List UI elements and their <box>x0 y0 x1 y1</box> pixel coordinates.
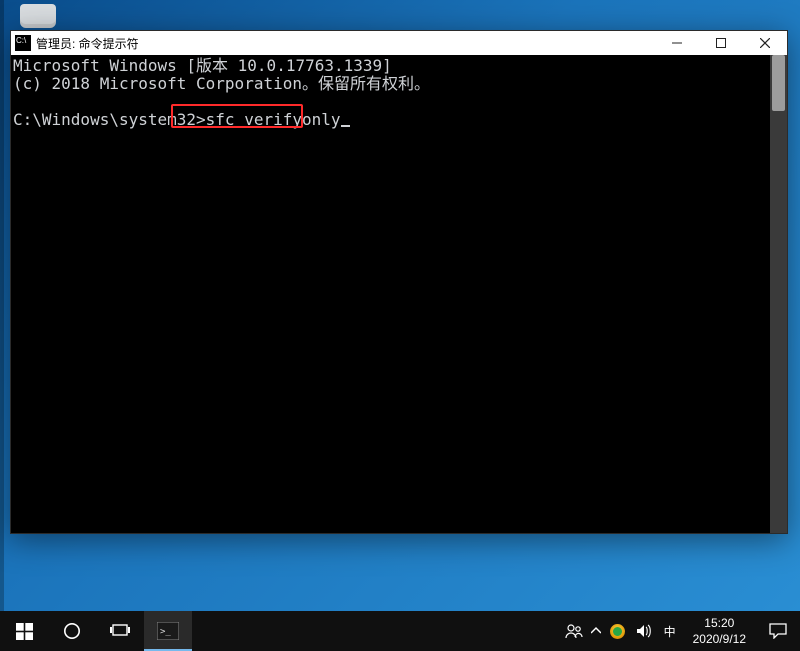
console-area: Microsoft Windows [版本 10.0.17763.1339] (… <box>11 55 787 533</box>
security-tray-button[interactable] <box>605 611 631 651</box>
console-line: Microsoft Windows [版本 10.0.17763.1339] <box>13 56 392 75</box>
cortana-button[interactable] <box>48 611 96 651</box>
close-icon <box>760 38 770 48</box>
volume-tray-button[interactable] <box>631 611 657 651</box>
scrollbar-thumb[interactable] <box>772 55 785 111</box>
action-center-icon <box>769 623 787 639</box>
cortana-icon <box>63 622 81 640</box>
clock-time: 15:20 <box>693 615 746 631</box>
console-line: (c) 2018 Microsoft Corporation。保留所有权利。 <box>13 74 430 93</box>
console-output[interactable]: Microsoft Windows [版本 10.0.17763.1339] (… <box>11 55 770 533</box>
ime-label: 中 <box>664 623 676 640</box>
action-center-button[interactable] <box>756 623 800 639</box>
ime-indicator[interactable]: 中 <box>657 611 683 651</box>
taskbar-spacer <box>192 611 561 651</box>
close-button[interactable] <box>743 31 787 55</box>
minimize-button[interactable] <box>655 31 699 55</box>
recycle-bin-icon <box>20 4 56 28</box>
minimize-icon <box>672 38 682 48</box>
window-titlebar[interactable]: 管理员: 命令提示符 <box>11 31 787 55</box>
console-cursor <box>341 125 350 127</box>
system-tray: 中 15:20 2020/9/12 <box>561 611 800 651</box>
taskview-button[interactable] <box>96 611 144 651</box>
taskview-icon <box>110 623 130 639</box>
people-icon <box>565 622 583 640</box>
people-button[interactable] <box>561 611 587 651</box>
taskbar-left: >_ <box>0 611 192 651</box>
clock-button[interactable]: 15:20 2020/9/12 <box>683 612 756 650</box>
console-prompt: C:\Windows\system32> <box>13 110 206 129</box>
clock-date: 2020/9/12 <box>693 631 746 647</box>
tray-overflow-button[interactable] <box>587 611 605 651</box>
svg-text:>_: >_ <box>160 627 171 637</box>
maximize-button[interactable] <box>699 31 743 55</box>
cmd-taskbar-icon: >_ <box>157 622 179 640</box>
chevron-up-icon <box>591 626 601 636</box>
desktop: 管理员: 命令提示符 Microsoft Windows [版本 10.0.17… <box>0 0 800 651</box>
console-command: sfc verifyonly <box>206 110 341 129</box>
defender-icon <box>610 624 625 639</box>
cmd-window: 管理员: 命令提示符 Microsoft Windows [版本 10.0.17… <box>10 30 788 534</box>
volume-icon <box>636 623 652 639</box>
cmd-icon <box>15 35 31 51</box>
window-title: 管理员: 命令提示符 <box>36 35 655 52</box>
wallpaper-edge <box>0 0 4 651</box>
vertical-scrollbar[interactable] <box>770 55 787 533</box>
taskbar-app-cmd[interactable]: >_ <box>144 611 192 651</box>
maximize-icon <box>716 38 726 48</box>
taskbar: >_ <box>0 611 800 651</box>
window-controls <box>655 31 787 55</box>
start-button[interactable] <box>0 611 48 651</box>
recycle-bin[interactable] <box>14 4 62 32</box>
start-icon <box>16 623 33 640</box>
